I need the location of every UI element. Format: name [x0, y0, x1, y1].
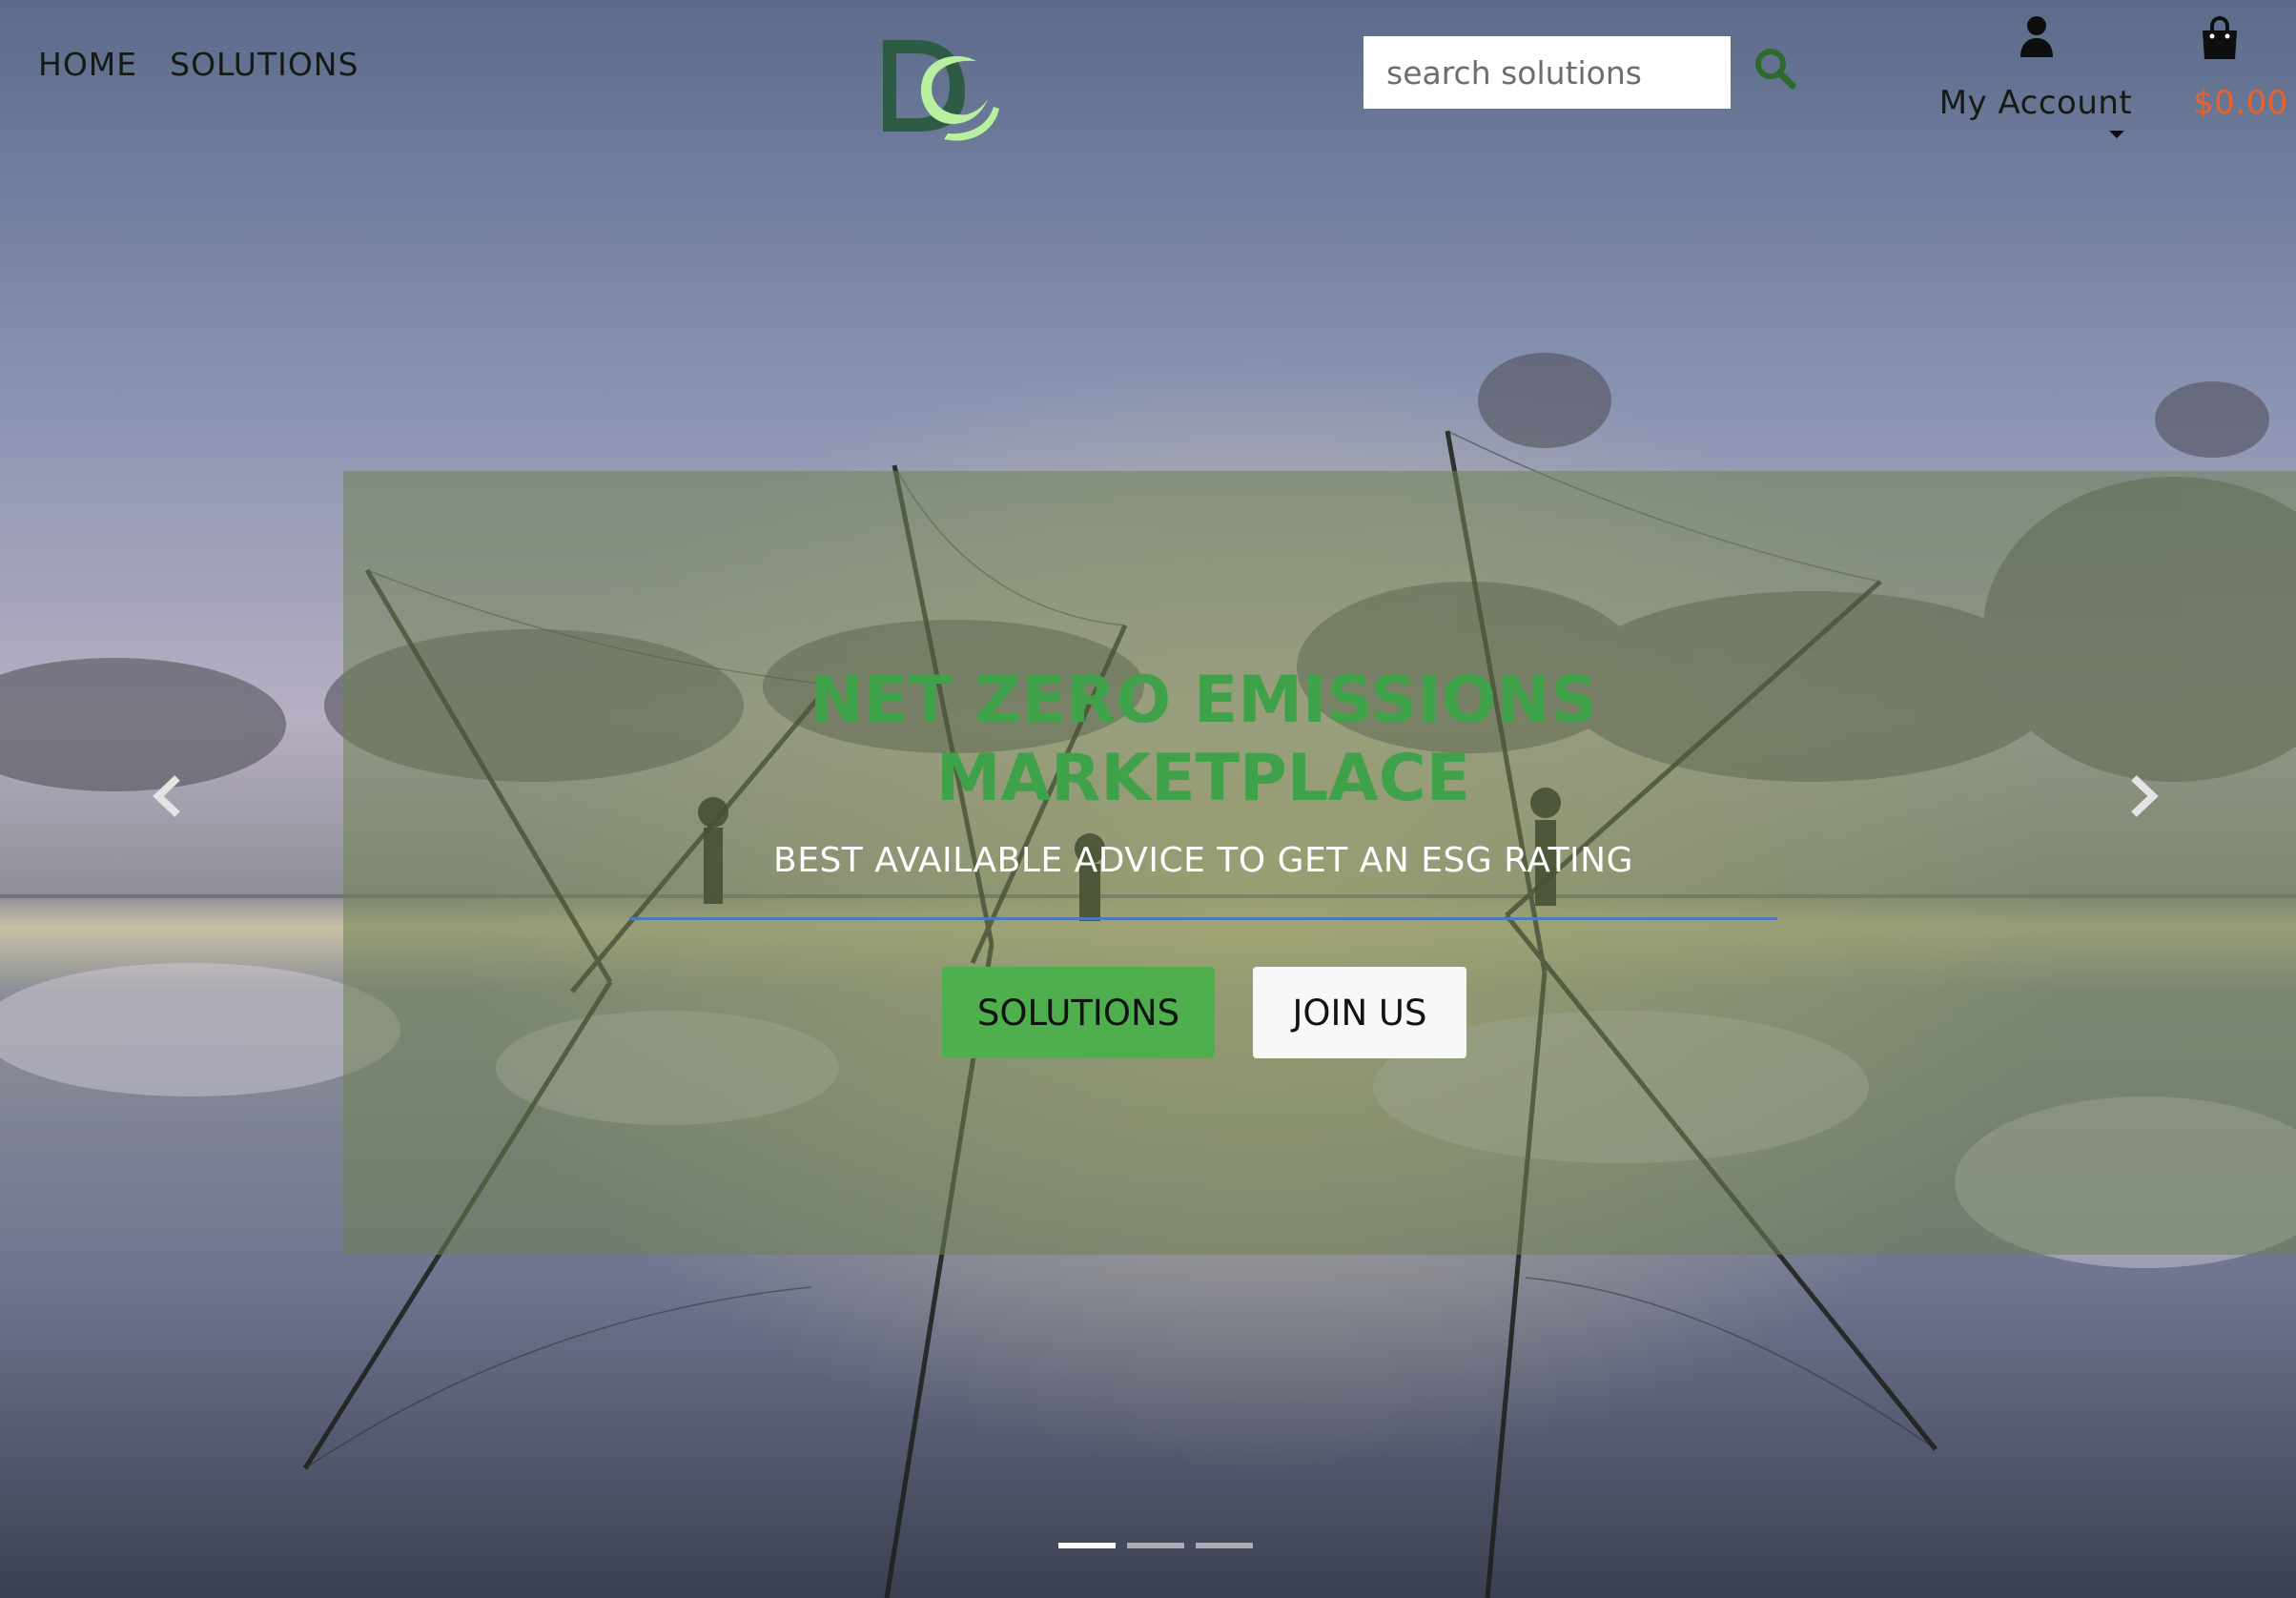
hero-title-line-1: NET ZERO EMISSIONS [809, 663, 1598, 738]
join-us-button[interactable]: JOIN US [1253, 967, 1466, 1058]
chevron-right-icon [2124, 775, 2163, 824]
carousel-indicators [1058, 1543, 1253, 1548]
solutions-button[interactable]: SOLUTIONS [942, 967, 1215, 1058]
carousel-indicator-2[interactable] [1127, 1543, 1184, 1548]
caret-down-icon [2107, 126, 2126, 144]
hero-subtitle: BEST AVAILABLE ADVICE TO GET AN ESG RATI… [773, 841, 1633, 880]
main-nav: HOME SOLUTIONS [38, 46, 359, 83]
shopping-bag-icon [2199, 15, 2241, 65]
search-icon [1753, 49, 1798, 95]
search-input[interactable] [1363, 36, 1731, 109]
hero-title: NET ZERO EMISSIONS MARKETPLACE [631, 662, 1775, 818]
cart-button[interactable]: $0.00 [2191, 15, 2296, 122]
cart-total: $0.00 [2193, 84, 2288, 122]
nav-item-solutions[interactable]: SOLUTIONS [170, 46, 359, 83]
carousel-indicator-1[interactable] [1058, 1543, 1116, 1548]
account-label: My Account [1938, 84, 2133, 122]
account-menu[interactable]: My Account [1936, 15, 2136, 149]
search-button[interactable] [1753, 46, 1798, 92]
chevron-left-icon [149, 775, 187, 824]
user-icon [2019, 15, 2055, 63]
hero-divider [629, 917, 1777, 920]
site-logo[interactable] [877, 34, 1001, 145]
carousel-indicator-3[interactable] [1196, 1543, 1253, 1548]
carousel-next-button[interactable] [2124, 772, 2163, 820]
hero-title-line-2: MARKETPLACE [935, 741, 1471, 816]
nav-item-home[interactable]: HOME [38, 46, 137, 83]
carousel-prev-button[interactable] [149, 772, 187, 820]
